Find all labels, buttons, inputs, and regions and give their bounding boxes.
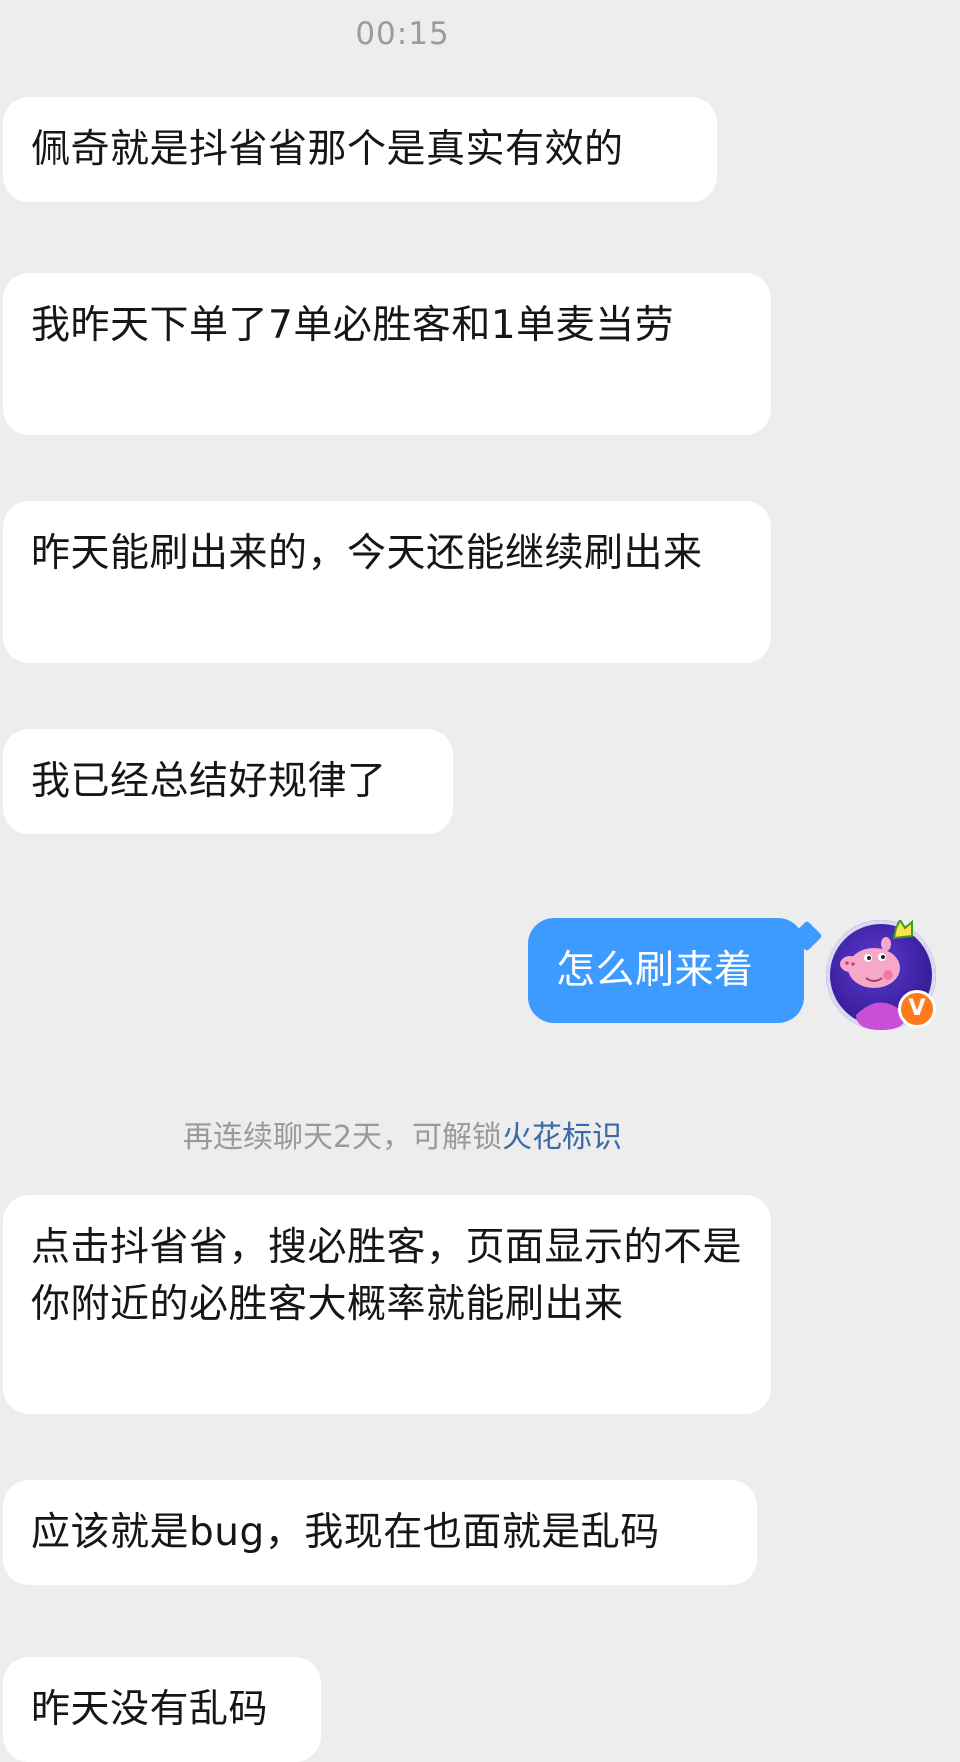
message-text: 我昨天下单了7单必胜客和1单麦当劳 [31, 303, 675, 348]
message-text: 我已经总结好规律了 [31, 759, 387, 804]
notice-text: 再连续聊天2天，可解锁 [182, 1120, 503, 1155]
message-bubble-received[interactable]: 我已经总结好规律了 [3, 729, 453, 834]
message-text: 怎么刷来着 [556, 948, 754, 993]
message-bubble-sent[interactable]: 怎么刷来着 [528, 918, 804, 1023]
message-text: 应该就是bug，我现在也面就是乱码 [31, 1510, 660, 1555]
message-bubble-received[interactable]: 我昨天下单了7单必胜客和1单麦当劳 [3, 273, 771, 435]
message-text: 点击抖省省，搜必胜客，页面显示的不是你附近的必胜客大概率就能刷出来 [31, 1225, 743, 1327]
spark-unlock-notice: 再连续聊天2天，可解锁火花标识 [0, 1112, 805, 1156]
message-bubble-received[interactable]: 应该就是bug，我现在也面就是乱码 [3, 1480, 757, 1585]
message-text: 昨天没有乱码 [31, 1687, 269, 1732]
verified-badge: V [898, 990, 936, 1028]
message-text: 昨天能刷出来的，今天还能继续刷出来 [31, 531, 703, 576]
spark-badge-link[interactable]: 火花标识 [502, 1120, 622, 1155]
message-timestamp: 00:15 [355, 16, 450, 52]
message-text: 佩奇就是抖省省那个是真实有效的 [31, 127, 624, 172]
message-bubble-received[interactable]: 昨天没有乱码 [3, 1657, 321, 1762]
message-bubble-received[interactable]: 点击抖省省，搜必胜客，页面显示的不是你附近的必胜客大概率就能刷出来 [3, 1195, 771, 1414]
message-bubble-received[interactable]: 昨天能刷出来的，今天还能继续刷出来 [3, 501, 771, 663]
message-bubble-received[interactable]: 佩奇就是抖省省那个是真实有效的 [3, 97, 717, 202]
